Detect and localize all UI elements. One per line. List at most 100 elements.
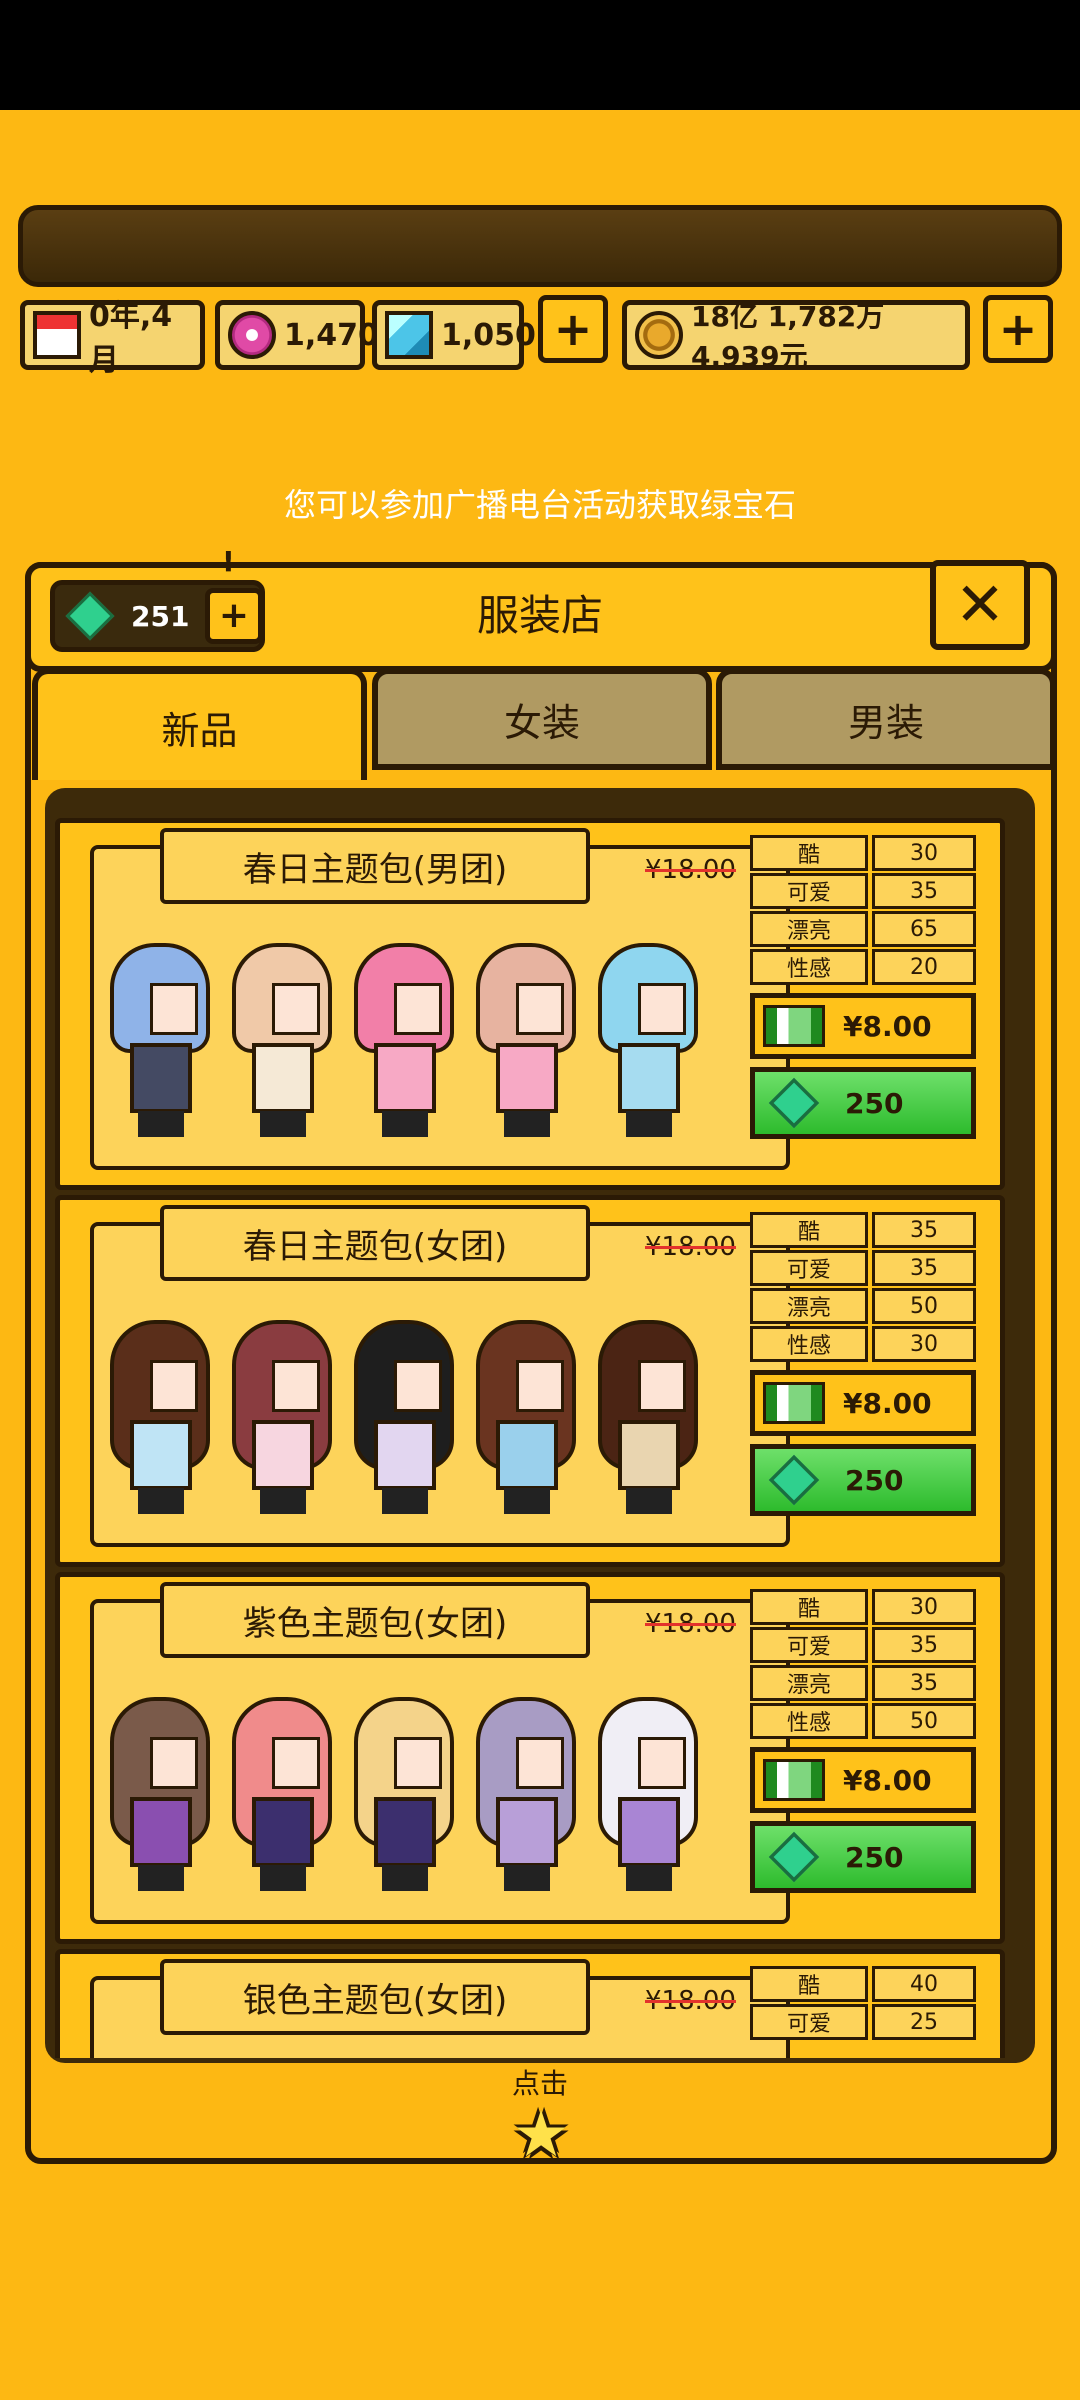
stat-value: 35 (872, 873, 976, 909)
stat-row: 可爱 35 (750, 1250, 976, 1288)
original-price: ¥18.00 (645, 1609, 736, 1639)
stat-value: 25 (872, 2004, 976, 2040)
stat-value: 35 (872, 1212, 976, 1248)
stat-value: 65 (872, 911, 976, 947)
stat-label: 性感 (750, 949, 868, 985)
star-button[interactable]: ★ (508, 2102, 574, 2168)
stat-row: 性感 30 (750, 1326, 976, 1364)
character-sprite (354, 1697, 454, 1897)
character-sprite (110, 943, 210, 1143)
stat-row: 可爱 35 (750, 873, 976, 911)
character-sprite (476, 1697, 576, 1897)
pack-card[interactable]: 紫色主题包(女团) ¥18.00 酷 30 可爱 35 漂亮 35 性感 50 ¥… (55, 1572, 1005, 1944)
stat-label: 性感 (750, 1703, 868, 1739)
original-price: ¥18.00 (645, 1232, 736, 1262)
add-diamond-button[interactable]: + (538, 295, 608, 363)
top-banner (18, 205, 1062, 287)
pack-name: 春日主题包(女团) (160, 1205, 590, 1281)
stat-table: 酷 40 可爱 25 (750, 1966, 976, 2042)
cash-price: ¥8.00 (843, 1763, 932, 1797)
character-sprite (598, 1697, 698, 1897)
pack-card[interactable]: 春日主题包(女团) ¥18.00 酷 35 可爱 35 漂亮 50 性感 30 ¥… (55, 1195, 1005, 1567)
alert-mark: ! (222, 545, 235, 578)
character-lineup (110, 943, 750, 1143)
stat-row: 漂亮 35 (750, 1665, 976, 1703)
character-lineup (110, 1320, 750, 1520)
pack-name: 银色主题包(女团) (160, 1959, 590, 2035)
stat-table: 酷 30 可爱 35 漂亮 65 性感 20 (750, 835, 976, 987)
pack-list[interactable]: 春日主题包(男团) ¥18.00 酷 30 可爱 35 漂亮 65 性感 20 ¥… (55, 818, 1005, 2058)
stat-value: 35 (872, 1250, 976, 1286)
stat-value: 30 (872, 1589, 976, 1625)
stat-value: 20 (872, 949, 976, 985)
stat-value: 50 (872, 1288, 976, 1324)
buy-with-cash-button[interactable]: ¥8.00 (750, 993, 976, 1059)
candy-icon (228, 311, 276, 359)
cash-icon (763, 1382, 825, 1424)
stat-label: 酷 (750, 1966, 868, 2002)
stat-row: 可爱 25 (750, 2004, 976, 2042)
stat-label: 酷 (750, 835, 868, 871)
stat-value: 35 (872, 1665, 976, 1701)
stat-table: 酷 35 可爱 35 漂亮 50 性感 30 (750, 1212, 976, 1364)
character-sprite (598, 943, 698, 1143)
stat-row: 性感 50 (750, 1703, 976, 1741)
candy-value: 1,470 (284, 317, 379, 353)
character-lineup (110, 1697, 750, 1897)
date-display: 0年,4月 (20, 299, 205, 378)
pack-card[interactable]: 银色主题包(女团) ¥18.00 酷 40 可爱 25 (55, 1949, 1005, 2058)
buy-with-gems-button[interactable]: 250 (750, 1067, 976, 1139)
tab-men[interactable]: 男装 (716, 668, 1056, 770)
hint-text: 您可以参加广播电台活动获取绿宝石 (283, 486, 796, 524)
stat-row: 可爱 35 (750, 1627, 976, 1665)
status-bar (0, 0, 1080, 110)
character-sprite (598, 1320, 698, 1520)
buy-with-gems-button[interactable]: 250 (750, 1444, 976, 1516)
character-sprite (110, 1697, 210, 1897)
stat-row: 漂亮 65 (750, 911, 976, 949)
tab-women[interactable]: 女装 (372, 668, 712, 770)
stat-value: 30 (872, 1326, 976, 1362)
character-sprite (476, 1320, 576, 1520)
stat-value: 30 (872, 835, 976, 871)
stat-label: 漂亮 (750, 1665, 868, 1701)
stat-label: 漂亮 (750, 1288, 868, 1324)
stat-row: 漂亮 50 (750, 1288, 976, 1326)
add-gem-button[interactable]: + (205, 588, 263, 644)
character-sprite (110, 1320, 210, 1520)
buy-with-gems-button[interactable]: 250 (750, 1821, 976, 1893)
buy-with-cash-button[interactable]: ¥8.00 (750, 1747, 976, 1813)
stat-label: 可爱 (750, 873, 868, 909)
stat-label: 性感 (750, 1326, 868, 1362)
add-money-button[interactable]: + (983, 295, 1053, 363)
stat-row: 酷 30 (750, 1589, 976, 1627)
stat-row: 酷 35 (750, 1212, 976, 1250)
gem-price: 250 (845, 1463, 904, 1497)
stat-label: 可爱 (750, 1250, 868, 1286)
stat-label: 可爱 (750, 2004, 868, 2040)
character-sprite (354, 1320, 454, 1520)
stat-table: 酷 30 可爱 35 漂亮 35 性感 50 (750, 1589, 976, 1741)
stat-value: 40 (872, 1966, 976, 2002)
pack-name: 春日主题包(男团) (160, 828, 590, 904)
original-price: ¥18.00 (645, 855, 736, 885)
emerald-icon (768, 1077, 820, 1129)
original-price: ¥18.00 (645, 1986, 736, 2016)
emerald-icon (65, 591, 115, 641)
character-sprite (232, 1697, 332, 1897)
candy-display: 1,470 (215, 300, 379, 370)
character-sprite (476, 943, 576, 1143)
pack-name: 紫色主题包(女团) (160, 1582, 590, 1658)
stat-row: 酷 40 (750, 1966, 976, 2004)
close-button[interactable]: ✕ (930, 560, 1030, 650)
diamond-display: 1,050 (372, 300, 536, 370)
shop-title: 服装店 (476, 591, 603, 640)
character-sprite (232, 943, 332, 1143)
buy-with-cash-button[interactable]: ¥8.00 (750, 1370, 976, 1436)
gem-count: 251 (131, 599, 190, 633)
pack-card[interactable]: 春日主题包(男团) ¥18.00 酷 30 可爱 35 漂亮 65 性感 20 ¥… (55, 818, 1005, 1190)
stat-row: 酷 30 (750, 835, 976, 873)
tab-new[interactable]: 新品 (32, 668, 367, 780)
calendar-icon (33, 311, 81, 359)
coin-icon (635, 311, 683, 359)
